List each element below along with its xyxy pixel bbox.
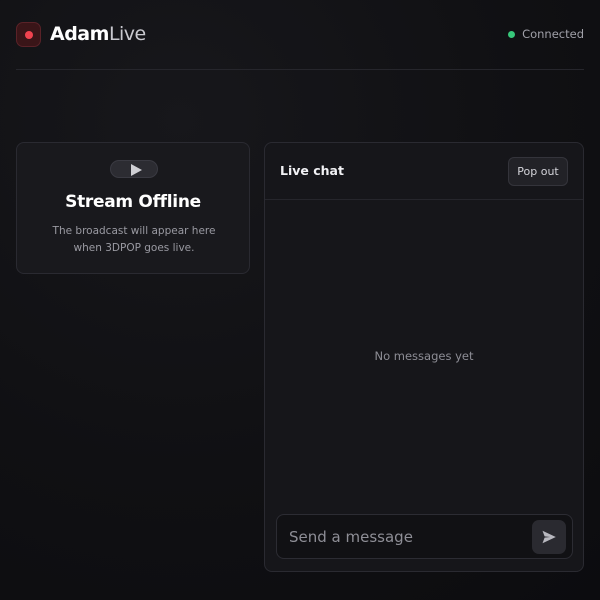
brand-name-light: Live — [108, 23, 146, 45]
pop-out-button[interactable]: Pop out — [508, 157, 568, 186]
chat-composer — [276, 514, 573, 559]
chat-title: Live chat — [280, 163, 344, 178]
play-button[interactable] — [110, 160, 158, 178]
record-icon — [16, 22, 41, 47]
brand-logo[interactable]: AdamLive — [50, 22, 146, 47]
chat-header: Live chat Pop out — [265, 143, 583, 200]
send-icon — [542, 530, 556, 544]
message-input[interactable] — [289, 525, 519, 549]
brand-name-bold: Adam — [50, 23, 109, 45]
live-chat-panel: Live chat Pop out No messages yet — [264, 142, 584, 572]
stream-status-subtitle: The broadcast will appear here when 3DPO… — [52, 225, 216, 254]
status-dot-icon — [508, 30, 516, 38]
play-icon — [131, 164, 142, 176]
status-label: Connected — [522, 27, 584, 41]
connection-status: Connected — [508, 27, 584, 41]
stream-player: Stream Offline The broadcast will appear… — [16, 142, 250, 274]
stream-status-title: Stream Offline — [65, 192, 201, 212]
chat-empty-state: No messages yet — [374, 349, 474, 363]
top-header: AdamLive Connected — [16, 0, 584, 70]
send-button[interactable] — [532, 520, 566, 554]
